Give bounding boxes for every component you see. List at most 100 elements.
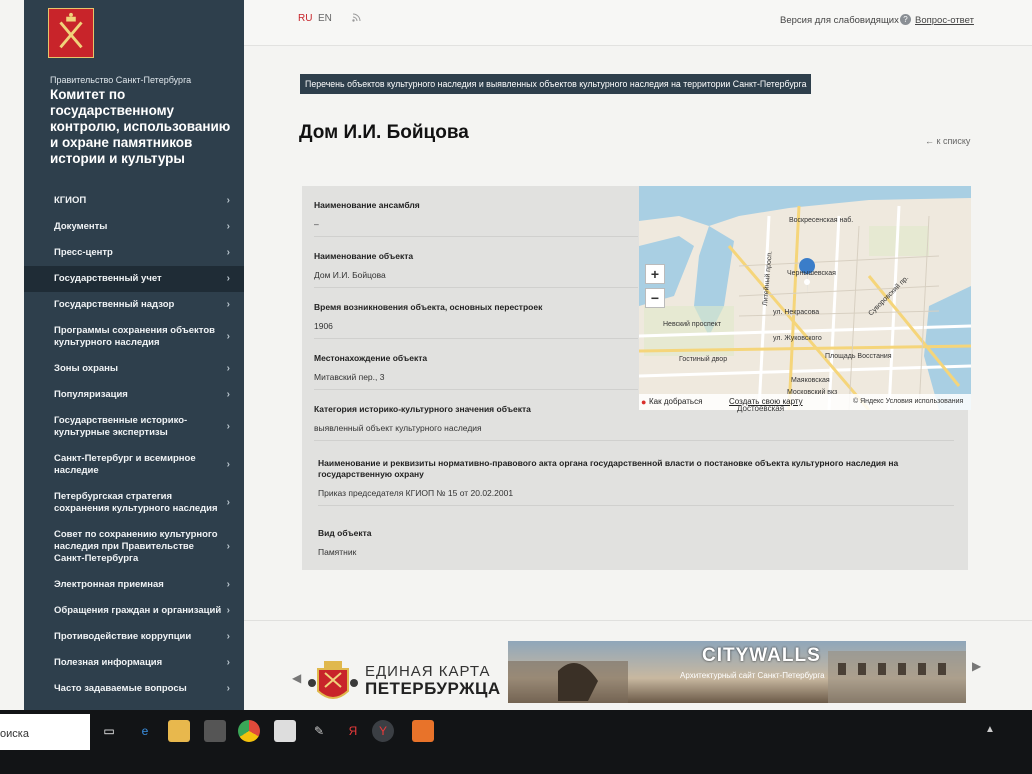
citywalls-banner[interactable]: CITYWALLS Архитектурный сайт Санкт-Петер… bbox=[508, 641, 966, 703]
chevron-right-icon: › bbox=[226, 421, 230, 432]
map-copyright[interactable]: © Яндекс Условия использования bbox=[853, 398, 963, 405]
field-value: 1906 bbox=[314, 321, 333, 331]
sidebar-item[interactable]: Петербургская стратегия сохранения культ… bbox=[24, 484, 244, 522]
sidebar-item[interactable]: Документы › bbox=[24, 214, 244, 240]
app-icon[interactable] bbox=[412, 720, 434, 742]
field-location: Местонахождение объекта Митавский пер., … bbox=[314, 353, 638, 390]
task-view-icon[interactable]: ▭ bbox=[98, 720, 120, 742]
map-label-below: Достоевская bbox=[737, 404, 785, 413]
field-label: Вид объекта bbox=[318, 528, 372, 538]
sidebar-menu: КГИОП › Документы › Пресс-центр › Государствен… bbox=[24, 188, 244, 702]
yandex-map[interactable]: Воскресенская наб. Чернышевская ул. Некр… bbox=[639, 186, 971, 410]
sidebar-item-label: Совет по сохранению культурного наследия… bbox=[54, 529, 218, 564]
sidebar-item-label: Государственные историко-культурные эксп… bbox=[54, 415, 188, 438]
sidebar-item-label: Часто задаваемые вопросы bbox=[54, 683, 187, 694]
sidebar-item-label: Государственный учет bbox=[54, 273, 162, 284]
map-zoom-out-button[interactable]: − bbox=[645, 288, 665, 308]
browser-viewport: Правительство Санкт-Петербурга Комитет п… bbox=[0, 0, 1032, 710]
store-icon[interactable] bbox=[204, 720, 226, 742]
sidebar-item[interactable]: Государственный надзор › bbox=[24, 292, 244, 318]
sidebar-item[interactable]: Государственный учет › bbox=[24, 266, 244, 292]
sidebar-item[interactable]: Электронная приемная › bbox=[24, 572, 244, 598]
sidebar-item[interactable]: КГИОП › bbox=[24, 188, 244, 214]
field-value: – bbox=[314, 219, 319, 229]
chevron-right-icon: › bbox=[226, 579, 230, 590]
system-tray-icon[interactable]: ▲ bbox=[985, 724, 995, 735]
document-icon[interactable] bbox=[274, 720, 296, 742]
chevron-right-icon: › bbox=[226, 299, 230, 310]
sidebar-item-label: Зоны охраны bbox=[54, 363, 119, 374]
sidebar-item-label: Документы bbox=[54, 221, 108, 232]
map-label: Невский проспект bbox=[663, 320, 722, 328]
tool-icon[interactable]: ✎ bbox=[308, 720, 330, 742]
field-label: Наименование объекта bbox=[314, 251, 414, 261]
sidebar-item[interactable]: Зоны охраны › bbox=[24, 356, 244, 382]
crest-icon bbox=[308, 655, 358, 707]
location-pin-icon: ● bbox=[641, 397, 647, 407]
card-banner-line1[interactable]: ЕДИНАЯ КАРТА bbox=[365, 663, 491, 680]
sidebar-item-label: Санкт-Петербург и всемирное наследие bbox=[54, 453, 196, 476]
sidebar-item[interactable]: Санкт-Петербург и всемирное наследие › bbox=[24, 446, 244, 484]
citywalls-title: CITYWALLS bbox=[702, 645, 821, 666]
sidebar-item-label: КГИОП bbox=[54, 195, 87, 206]
spb-emblem-logo[interactable] bbox=[48, 8, 94, 58]
sidebar-item-label: Полезная информация bbox=[54, 657, 163, 668]
field-value: Памятник bbox=[318, 547, 357, 557]
accessibility-version-link[interactable]: Версия для слабовидящих bbox=[780, 15, 899, 26]
sidebar-item[interactable]: Популяризация › bbox=[24, 382, 244, 408]
sidebar-item[interactable]: Часто задаваемые вопросы › bbox=[24, 676, 244, 702]
field-label: Наименование ансамбля bbox=[314, 200, 420, 210]
chevron-right-icon: › bbox=[226, 459, 230, 470]
language-ru-link[interactable]: RU bbox=[298, 13, 312, 24]
organization-title[interactable]: Комитет по государственному контролю, ис… bbox=[50, 87, 240, 167]
chrome-icon[interactable] bbox=[238, 720, 260, 742]
map-zoom-in-button[interactable]: + bbox=[645, 264, 665, 284]
chevron-right-icon: › bbox=[226, 273, 230, 284]
sidebar-item[interactable]: Государственные историко-культурные эксп… bbox=[24, 408, 244, 446]
windows-taskbar: оиска ▭ e ✎ Я Y ▲ bbox=[0, 710, 1032, 774]
sidebar-item[interactable]: Программы сохранения объектов культурног… bbox=[24, 318, 244, 356]
sidebar-item-label: Популяризация bbox=[54, 389, 128, 400]
rss-icon[interactable] bbox=[352, 13, 361, 25]
map-canvas[interactable]: Воскресенская наб. Чернышевская ул. Некр… bbox=[639, 186, 971, 410]
coat-of-arms-icon bbox=[59, 12, 83, 49]
chevron-right-icon: › bbox=[226, 331, 230, 342]
chevron-right-icon: › bbox=[226, 683, 230, 694]
taskbar-search-input[interactable]: оиска bbox=[0, 714, 90, 750]
field-label: Местонахождение объекта bbox=[314, 353, 428, 363]
chevron-right-icon: › bbox=[226, 541, 230, 552]
sidebar-item[interactable]: Полезная информация › bbox=[24, 650, 244, 676]
chevron-left-icon[interactable]: ◀ bbox=[292, 671, 301, 685]
yandex-icon[interactable]: Я bbox=[342, 720, 364, 742]
field-ensemble: Наименование ансамбля – bbox=[314, 200, 638, 237]
partner-banners: ◀ ЕДИНАЯ КАРТА ПЕТЕРБУРЖЦА CITYWALLS Арх… bbox=[244, 620, 1032, 710]
sidebar: Правительство Санкт-Петербурга Комитет п… bbox=[24, 0, 244, 710]
field-value: выявленный объект культурного наследия bbox=[314, 423, 482, 433]
sidebar-item-label: Программы сохранения объектов культурног… bbox=[54, 325, 215, 348]
faq-link[interactable]: Вопрос-ответ bbox=[915, 15, 974, 26]
top-bar: RU EN Версия для слабовидящих ? Вопрос-о… bbox=[244, 0, 1032, 46]
chevron-right-icon: › bbox=[226, 221, 230, 232]
sidebar-item-label: Петербургская стратегия сохранения культ… bbox=[54, 491, 218, 514]
field-value: Митавский пер., 3 bbox=[314, 372, 385, 382]
field-object-name: Наименование объекта Дом И.И. Бойцова bbox=[314, 251, 638, 288]
sidebar-item-label: Обращения граждан и организаций bbox=[54, 605, 222, 616]
sidebar-item[interactable]: Совет по сохранению культурного наследия… bbox=[24, 522, 244, 572]
field-build-time: Время возникновения объекта, основных пе… bbox=[314, 302, 638, 339]
question-icon[interactable]: ? bbox=[900, 14, 911, 25]
file-explorer-icon[interactable] bbox=[168, 720, 190, 742]
edge-browser-icon[interactable]: e bbox=[134, 720, 156, 742]
sidebar-item[interactable]: Противодействие коррупции › bbox=[24, 624, 244, 650]
sidebar-item[interactable]: Обращения граждан и организаций › bbox=[24, 598, 244, 624]
chevron-right-icon[interactable]: ▶ bbox=[972, 659, 981, 673]
back-to-list-link[interactable]: ← к списку bbox=[925, 136, 970, 146]
language-en-link[interactable]: EN bbox=[318, 13, 332, 24]
breadcrumb[interactable]: Перечень объектов культурного наследия и… bbox=[300, 74, 812, 94]
yandex-browser-icon[interactable]: Y bbox=[372, 720, 394, 742]
sidebar-item-label: Электронная приемная bbox=[54, 579, 164, 590]
chevron-right-icon: › bbox=[226, 605, 230, 616]
route-link[interactable]: Как добраться bbox=[649, 397, 702, 406]
map-label: Чернышевская bbox=[787, 270, 836, 277]
card-banner-line2[interactable]: ПЕТЕРБУРЖЦА bbox=[365, 679, 501, 699]
sidebar-item[interactable]: Пресс-центр › bbox=[24, 240, 244, 266]
